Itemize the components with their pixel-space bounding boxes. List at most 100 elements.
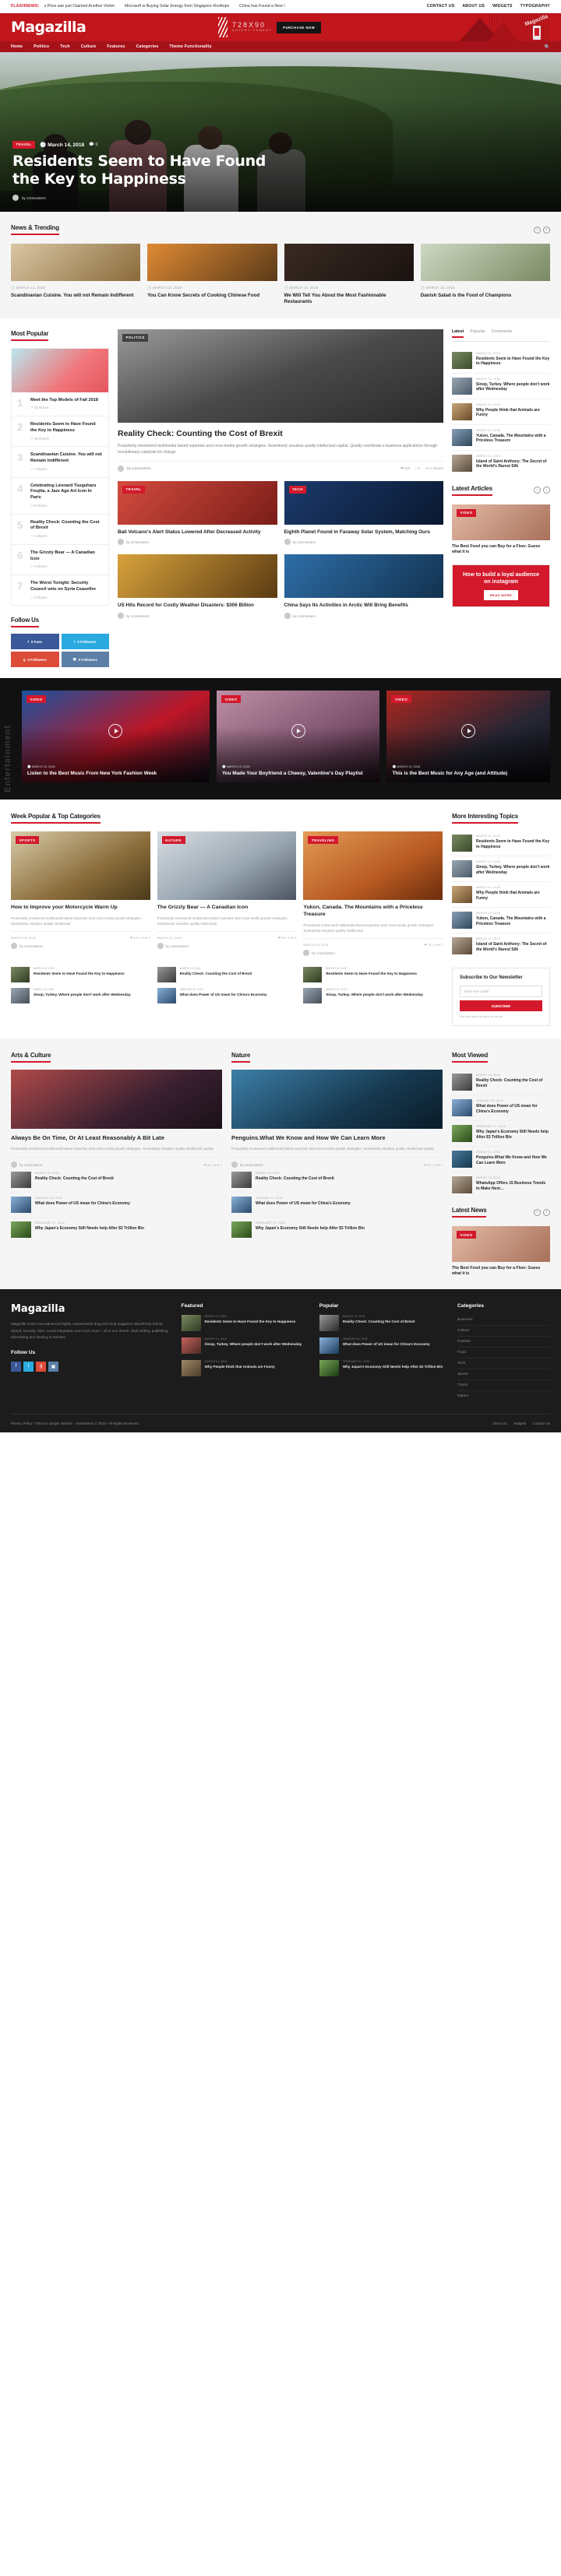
sub-card[interactable]: China Says Its Activities in Arctic Will… [284, 554, 444, 620]
play-icon[interactable] [291, 724, 305, 739]
mini-title[interactable]: Residents Seem to Have Found the Key to … [34, 972, 125, 976]
topic-title[interactable]: Residents Seem to Have Found the Key to … [476, 839, 550, 850]
feature-title[interactable]: Reality Check: Counting the Cost of Brex… [118, 429, 443, 439]
footer-logo[interactable]: Magazilla [11, 1303, 172, 1315]
most-viewed-item[interactable]: MARCH 13, 2018 Reality Check: Counting t… [452, 1070, 550, 1096]
sub-card-badge[interactable]: TRAVEL [122, 485, 146, 494]
play-icon[interactable] [461, 724, 476, 739]
most-popular-item[interactable]: 1 Meet the Top Models of Fall 2018 ↗ 34 … [12, 392, 108, 417]
video-badge[interactable]: VIDEO [391, 695, 411, 704]
news-card[interactable]: 🕑 MARCH 13, 2018 We Will Tell You About … [284, 244, 414, 306]
promo-badge[interactable]: VIDEO [457, 508, 477, 517]
wp-title[interactable]: The Grizzly Bear — A Canadian Icon [157, 905, 297, 912]
footer-item[interactable]: MARCH 14, 2018 Residents Seem to Have Fo… [181, 1315, 310, 1332]
mini-item[interactable]: MARCH 13, 2018 Reality Check: Counting t… [157, 967, 297, 983]
sub-card-title[interactable]: China Says Its Activities in Arctic Will… [284, 603, 444, 610]
rail-item[interactable]: MARCH 14, 2018 Why People think that Ani… [452, 399, 550, 425]
feature-image[interactable]: POLITICS [118, 329, 443, 423]
topic-title[interactable]: Sinop, Turkey. Where people don't work a… [476, 865, 550, 876]
video-badge[interactable]: VIDEO [221, 695, 242, 704]
mini-item[interactable]: MARCH 14, 2018 Sinop, Turkey. Where peop… [303, 988, 443, 1004]
arts-headline[interactable]: Always Be On Time, Or At Least Reasonabl… [11, 1134, 222, 1142]
latest-news-promo[interactable]: VIDEO The Best Food you can Buy for a Fi… [452, 1226, 550, 1277]
most-viewed-item[interactable]: FEBRUARY 27, 2018 Why Japan's Economy St… [452, 1121, 550, 1147]
most-popular-item[interactable]: 2 Residents Seem to Have Found the Key t… [12, 416, 108, 448]
footer-category-travel[interactable]: Travel [457, 1380, 550, 1392]
sub-card-title[interactable]: US Hits Record for Costly Weather Disast… [118, 603, 277, 610]
follow-google-plus[interactable]: g 0 Followers [11, 652, 59, 668]
nature-headline[interactable]: Penguins.What We Know and How We Can Lea… [231, 1134, 443, 1142]
nav-item-tech[interactable]: Tech [60, 44, 70, 49]
header-ad-banner[interactable]: 728X90 ADVERTISEMENT PURCHASE NOW [217, 17, 322, 37]
footer-category-culture[interactable]: Culture [457, 1326, 550, 1337]
topic-title[interactable]: Yukon, Canada. The Mountains with a Pric… [476, 916, 550, 927]
rail-item[interactable]: MARCH 14, 2018 Sinop, Turkey. Where peop… [452, 374, 550, 399]
sub-card[interactable]: TECH Eighth Planet Found in Faraway Sola… [284, 480, 443, 546]
footer-item[interactable]: MARCH 14, 2018 Sinop, Turkey. Where peop… [181, 1337, 310, 1355]
nav-item-politics[interactable]: Politics [34, 44, 49, 49]
follow-instagram[interactable]: ▣ 0 Followers [61, 652, 109, 668]
arts-sub-item[interactable]: FEBRUARY 27, 2018 Why Japan's Economy St… [11, 1218, 222, 1242]
news-title[interactable]: Danish Salad is the Food of Champions [421, 293, 550, 299]
rail-item[interactable]: MARCH 14, 2018 Island of Saint Anthony: … [452, 451, 550, 476]
topic-item[interactable]: MARCH 14, 2018 Sinop, Turkey. Where peop… [452, 856, 550, 883]
most-popular-item[interactable]: 7 The Worst Tonight: Security Council ve… [12, 575, 108, 605]
item-title[interactable]: Meet the Top Models of Fall 2018 ↗ 34 Sh… [30, 398, 98, 411]
wp-card[interactable]: SPORTS How to Improve your Motorcycle Wa… [11, 831, 150, 956]
tab-popular[interactable]: Popular [470, 329, 485, 338]
footer-title[interactable]: Reality Check: Counting the Cost of Brex… [343, 1320, 415, 1324]
top-link-about[interactable]: ABOUT US [462, 4, 485, 9]
mini-item[interactable]: MARCH 14, 2018 Residents Seem to Have Fo… [11, 967, 150, 983]
rail-title[interactable]: Sinop, Turkey. Where people don't work a… [476, 382, 550, 393]
instagram-ad[interactable]: How to build a loyal audience on instagr… [452, 564, 550, 607]
mini-title[interactable]: Sinop, Turkey. Where people don't work a… [326, 993, 423, 997]
nav-item-theme-functionality[interactable]: Theme Functionality [169, 44, 211, 49]
promo-badge[interactable]: VIDEO [457, 1231, 477, 1239]
footer-title[interactable]: Sinop, Turkey. Where people don't work a… [205, 1342, 302, 1347]
mv-title[interactable]: Why Japan's Economy Still Needs help Aft… [476, 1130, 550, 1140]
flash-item[interactable]: China has Found a New \ [239, 4, 285, 9]
google-plus-icon[interactable]: g [36, 1361, 46, 1372]
video-badge[interactable]: VIDEO [26, 695, 47, 704]
footer-title[interactable]: Why Japan's Economy Still Needs help Aft… [343, 1365, 443, 1369]
footer-link-about[interactable]: About Us [492, 1422, 506, 1425]
mini-item[interactable]: MARCH 14, 2018 Residents Seem to Have Fo… [303, 967, 443, 983]
latest-promo-card[interactable]: VIDEO The Best Food you can Buy for a Fi… [452, 504, 550, 555]
sub-card[interactable]: TRAVEL Bali Volcano's Alert Status Lower… [118, 480, 277, 546]
topic-title[interactable]: Island of Saint Anthony: The Secret of t… [476, 942, 550, 953]
rail-item[interactable]: MARCH 14, 2018 Residents Seem to Have Fo… [452, 348, 550, 374]
top-link-typography[interactable]: TYPOGRAPHY [520, 4, 550, 9]
footer-title[interactable]: What does Power of US mean for China's E… [343, 1342, 430, 1347]
rail-title[interactable]: Why People think that Animals are Funny [476, 408, 550, 419]
sub-title[interactable]: Why Japan's Economy Still Needs help Aft… [35, 1226, 144, 1232]
sub-title[interactable]: Reality Check: Counting the Cost of Brex… [35, 1176, 114, 1182]
mini-title[interactable]: Reality Check: Counting the Cost of Brex… [180, 972, 252, 976]
sub-card[interactable]: US Hits Record for Costly Weather Disast… [118, 554, 277, 620]
mini-title[interactable]: What does Power of US mean for China's E… [180, 993, 267, 997]
mini-title[interactable]: Sinop, Turkey. Where people don't work a… [34, 993, 131, 997]
wp-badge[interactable]: NATURE [161, 836, 185, 845]
most-popular-item[interactable]: 4 Celebrating Léonard Tsuguharu Foujita,… [12, 478, 108, 515]
entertainment-card[interactable]: VIDEO 🕑 MARCH 13, 2018 This is the Best … [386, 691, 550, 783]
nature-sub-item[interactable]: MARCH 13, 2018 Reality Check: Counting t… [231, 1168, 443, 1193]
nature-sub-item[interactable]: FEBRUARY 27, 2018 Why Japan's Economy St… [231, 1218, 443, 1242]
wp-card[interactable]: NATURE The Grizzly Bear — A Canadian Ico… [157, 831, 297, 956]
nature-sub-item[interactable]: JANUARY 20, 2018 What does Power of US m… [231, 1193, 443, 1218]
item-title[interactable]: The Worst Tonight: Security Council veto… [30, 581, 103, 599]
arrow-left-icon[interactable]: ‹ [534, 487, 541, 494]
newsletter-email-input[interactable]: Enter Your Email [460, 986, 542, 998]
hero-slider[interactable]: TRAVEL 🕑 March 14, 2018 💬 0 Residents Se… [0, 52, 561, 212]
rail-title[interactable]: Island of Saint Anthony: The Secret of t… [476, 459, 550, 470]
play-icon[interactable] [108, 724, 123, 739]
rail-title[interactable]: Yukon, Canada. The Mountains with a Pric… [476, 434, 550, 445]
news-title[interactable]: You Can Know Secrets of Cooking Chinese … [147, 293, 277, 299]
mini-item[interactable]: MARCH 14, 2018 Sinop, Turkey. Where peop… [11, 988, 150, 1004]
tab-latest[interactable]: Latest [452, 329, 464, 338]
nav-item-categories[interactable]: Categories [136, 44, 159, 49]
nav-item-features[interactable]: Features [107, 44, 125, 49]
topic-item[interactable]: MARCH 14, 2018 Why People think that Ani… [452, 882, 550, 908]
flash-item[interactable]: s Price war just Claimed Another Victim [44, 4, 115, 9]
footer-category-fashion[interactable]: Fashion [457, 1337, 550, 1348]
wp-badge[interactable]: TRAVELING [308, 836, 338, 845]
arts-image[interactable] [11, 1070, 222, 1130]
